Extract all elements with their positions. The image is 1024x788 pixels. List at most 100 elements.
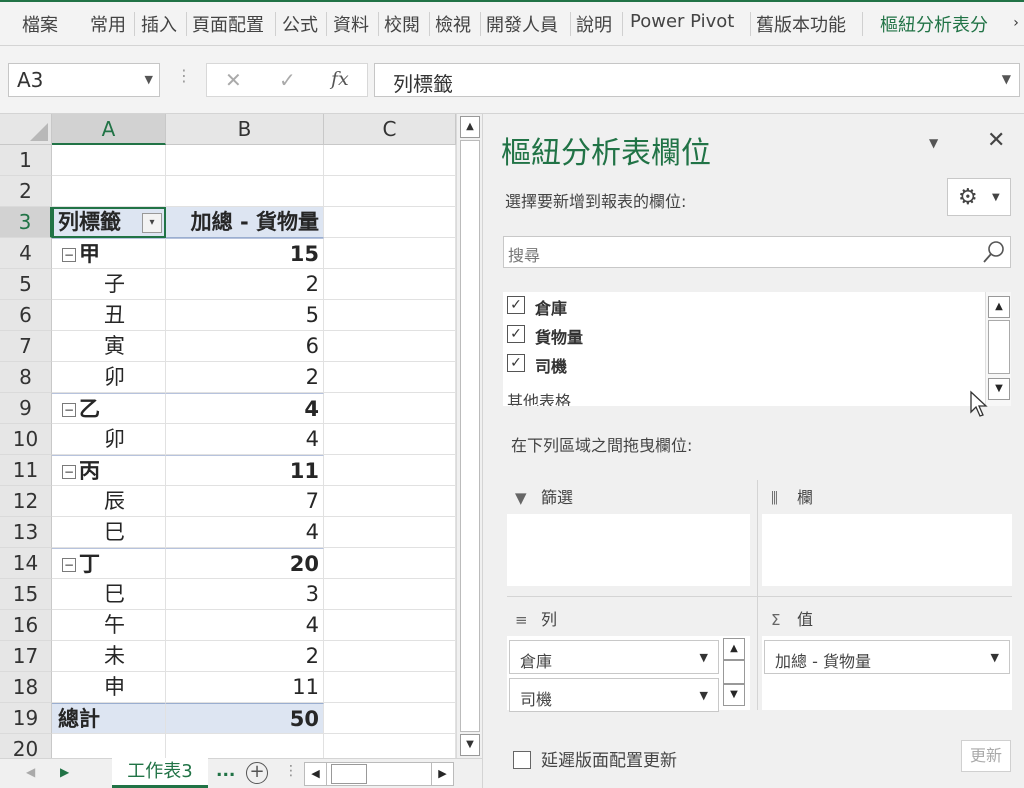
tab-pivot-analyze[interactable]: 樞紐分析表分	[880, 11, 1010, 37]
row-header[interactable]: 3	[0, 207, 52, 238]
row-header[interactable]: 15	[0, 579, 52, 610]
cell[interactable]	[324, 579, 456, 610]
row-value[interactable]: 11	[166, 672, 324, 703]
pivot-item-row[interactable]: 子	[52, 269, 166, 300]
row-value[interactable]: 11	[166, 455, 324, 486]
pivot-item-row[interactable]: 未	[52, 641, 166, 672]
row-value[interactable]: 4	[166, 424, 324, 455]
row-header[interactable]: 10	[0, 424, 52, 455]
chevron-down-icon[interactable]: ▼	[145, 73, 153, 86]
pivot-group-row[interactable]: − 甲	[52, 238, 166, 269]
cell[interactable]	[324, 300, 456, 331]
row-header[interactable]: 11	[0, 455, 52, 486]
row-value[interactable]: 2	[166, 641, 324, 672]
row-value[interactable]: 2	[166, 269, 324, 300]
pivot-item-row[interactable]: 辰	[52, 486, 166, 517]
row-header[interactable]: 2	[0, 176, 52, 207]
tab-help[interactable]: 說明	[576, 11, 612, 37]
formula-input[interactable]: 列標籤 ▼	[374, 63, 1020, 97]
cell[interactable]	[324, 331, 456, 362]
cell[interactable]	[52, 734, 166, 758]
columns-drop-zone[interactable]	[762, 514, 1012, 586]
row-header[interactable]: 14	[0, 548, 52, 579]
row-value[interactable]: 4	[166, 610, 324, 641]
cell[interactable]	[324, 672, 456, 703]
sheet-tab-active[interactable]: 工作表3	[112, 758, 208, 788]
cell[interactable]	[52, 145, 166, 176]
rows-scrollbar[interactable]: ▲ ▼	[721, 636, 749, 708]
scroll-down-icon[interactable]: ▼	[723, 684, 745, 706]
enter-icon[interactable]: ✓	[279, 68, 296, 92]
pivot-item-row[interactable]: 丑	[52, 300, 166, 331]
row-header[interactable]: 1	[0, 145, 52, 176]
scroll-up-icon[interactable]: ▲	[988, 296, 1010, 318]
cell[interactable]	[324, 145, 456, 176]
tools-button[interactable]: ⚙ ▼	[947, 178, 1011, 216]
expand-formula-bar-icon[interactable]: ▼	[1002, 72, 1011, 86]
cancel-icon[interactable]: ✕	[225, 68, 242, 92]
scroll-thumb[interactable]	[460, 140, 480, 732]
cell[interactable]	[324, 176, 456, 207]
row-header[interactable]: 18	[0, 672, 52, 703]
scroll-down-icon[interactable]: ▼	[988, 378, 1010, 400]
tab-view[interactable]: 檢視	[435, 11, 471, 37]
tab-home[interactable]: 常用	[90, 11, 126, 37]
scroll-down-icon[interactable]: ▼	[460, 734, 480, 756]
horizontal-scroll-thumb[interactable]	[331, 764, 367, 784]
cell[interactable]	[324, 207, 456, 238]
tab-review[interactable]: 校閱	[384, 11, 420, 37]
cell[interactable]	[324, 548, 456, 579]
pivot-group-row[interactable]: − 丙	[52, 455, 166, 486]
scroll-thumb[interactable]	[988, 320, 1010, 374]
cell[interactable]	[324, 238, 456, 269]
checkbox-unchecked-icon[interactable]	[513, 751, 531, 769]
pivot-row-label-header[interactable]: 列標籤 ▾	[52, 207, 166, 238]
other-tables-link[interactable]: 其他表格	[507, 388, 571, 406]
collapse-icon[interactable]: −	[62, 403, 76, 417]
pivot-value-header[interactable]: 加總 - 貨物量	[166, 207, 324, 238]
field-search-input[interactable]: 搜尋	[503, 236, 1011, 268]
pane-options-chevron-icon[interactable]: ▼	[929, 136, 938, 150]
row-header[interactable]: 5	[0, 269, 52, 300]
cell[interactable]	[166, 176, 324, 207]
pivot-item-row[interactable]: 卯	[52, 362, 166, 393]
add-sheet-icon[interactable]: +	[246, 762, 268, 784]
chevron-down-icon[interactable]: ▼	[991, 651, 999, 664]
tab-formulas[interactable]: 公式	[282, 11, 318, 37]
tab-file[interactable]: 檔案	[22, 11, 58, 37]
grand-total-label[interactable]: 總計	[52, 703, 166, 734]
cell[interactable]	[166, 734, 324, 758]
checkbox-checked-icon[interactable]: ✓	[507, 296, 525, 314]
column-header-a[interactable]: A	[52, 114, 166, 145]
pivot-item-row[interactable]: 巳	[52, 517, 166, 548]
cell[interactable]	[324, 734, 456, 758]
scroll-up-icon[interactable]: ▲	[460, 116, 480, 138]
row-value[interactable]: 20	[166, 548, 324, 579]
row-field-warehouse[interactable]: 倉庫 ▼	[509, 640, 719, 674]
cell[interactable]	[324, 269, 456, 300]
chevron-down-icon[interactable]: ▼	[700, 651, 708, 664]
pivot-group-row[interactable]: − 乙	[52, 393, 166, 424]
value-field-sum-cargo[interactable]: 加總 - 貨物量 ▼	[764, 640, 1010, 674]
previous-sheet-icon[interactable]: ◀	[26, 765, 35, 779]
row-header[interactable]: 6	[0, 300, 52, 331]
row-header[interactable]: 17	[0, 641, 52, 672]
close-icon[interactable]: ✕	[987, 128, 1005, 153]
row-value[interactable]: 2	[166, 362, 324, 393]
row-value[interactable]: 5	[166, 300, 324, 331]
row-value[interactable]: 4	[166, 517, 324, 548]
checkbox-checked-icon[interactable]: ✓	[507, 325, 525, 343]
cell[interactable]	[324, 517, 456, 548]
pivot-item-row[interactable]: 寅	[52, 331, 166, 362]
collapse-icon[interactable]: −	[62, 465, 76, 479]
vertical-scrollbar[interactable]: ▲ ▼	[456, 114, 482, 758]
cell[interactable]	[324, 641, 456, 672]
insert-function-icon[interactable]: fx	[331, 68, 349, 90]
select-all-button[interactable]	[0, 114, 52, 145]
filter-dropdown-icon[interactable]: ▾	[142, 213, 162, 233]
filters-drop-zone[interactable]	[507, 514, 750, 586]
row-header[interactable]: 13	[0, 517, 52, 548]
cell[interactable]	[324, 455, 456, 486]
row-value[interactable]: 3	[166, 579, 324, 610]
row-header[interactable]: 16	[0, 610, 52, 641]
